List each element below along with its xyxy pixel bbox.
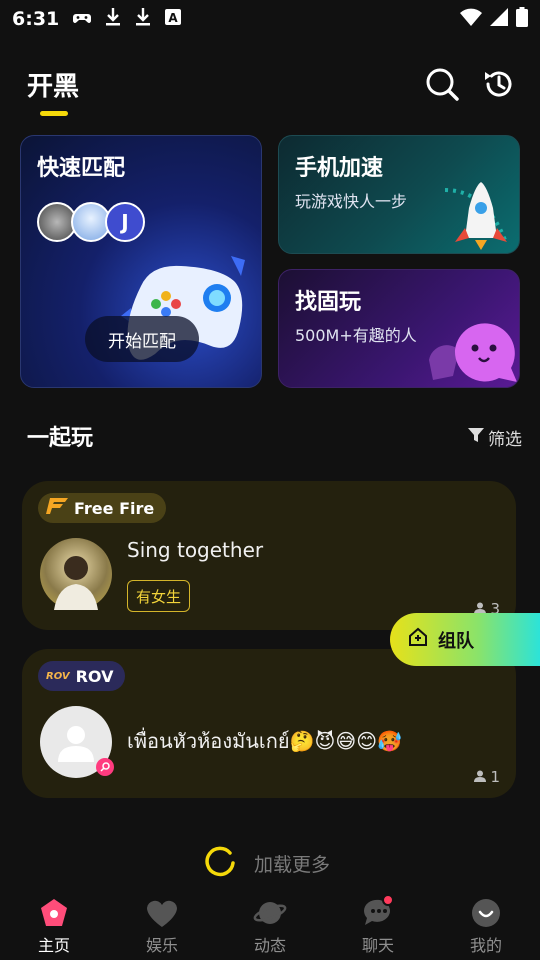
avatar: J — [105, 202, 145, 242]
member-count-value: 1 — [490, 768, 500, 786]
room-card[interactable]: Free Fire Sing together 有女生 3 — [22, 481, 516, 630]
ghost-chat-icon — [425, 310, 519, 387]
search-icon[interactable] — [422, 64, 462, 104]
game-name: Free Fire — [74, 498, 155, 518]
start-match-button[interactable]: 开始匹配 — [85, 316, 199, 362]
tab-indicator — [40, 111, 68, 116]
member-count: 1 — [474, 768, 500, 786]
game-tag: Free Fire — [38, 493, 167, 523]
wifi-icon — [460, 8, 482, 31]
room-name: Sing together — [127, 538, 264, 562]
key-badge-icon — [96, 758, 114, 776]
filter-button[interactable]: 筛选 — [468, 425, 522, 450]
person-icon — [474, 768, 487, 786]
game-tag: ROV ROV — [38, 661, 126, 691]
room-card[interactable]: ROV ROV เพื่อนหัวห้องมันเกย์🤔😈😅😊🥵 1 — [22, 649, 516, 798]
planet-icon — [253, 896, 287, 930]
avatar — [40, 538, 112, 610]
font-a-icon: A — [165, 8, 182, 30]
nav-item-home[interactable]: 主页 — [0, 890, 108, 960]
game-name: ROV — [75, 666, 114, 686]
team-up-label: 组队 — [438, 630, 474, 652]
section-title: 一起玩 — [27, 426, 94, 451]
page-title: 开黑 — [27, 72, 80, 102]
girl-badge: 有女生 — [127, 580, 191, 612]
phone-speedup-card[interactable]: 手机加速 玩游戏快人一步 — [278, 135, 520, 254]
filter-icon — [468, 427, 484, 448]
matched-avatars: J — [37, 202, 145, 242]
header: 开黑 — [0, 56, 540, 120]
add-home-icon — [408, 627, 428, 652]
filter-label: 筛选 — [488, 430, 522, 450]
unread-dot — [382, 894, 394, 906]
nav-label: 主页 — [37, 936, 70, 955]
room-name: เพื่อนหัวห้องมันเกย์🤔😈😅😊🥵 — [127, 729, 402, 753]
load-more: 加载更多 — [204, 845, 330, 882]
find-friends-subtitle: 500M+有趣的人 — [295, 326, 417, 345]
team-up-button[interactable]: 组队 — [390, 613, 540, 666]
nav-label: 聊天 — [361, 936, 394, 955]
profile-icon — [469, 896, 503, 930]
download-icon — [105, 7, 121, 31]
svg-text:A: A — [169, 11, 179, 25]
battery-icon — [516, 6, 528, 32]
nav-item-moments[interactable]: 动态 — [216, 890, 324, 960]
find-friends-card[interactable]: 找固玩 500M+有趣的人 — [278, 269, 520, 388]
nav-label: 我的 — [469, 936, 502, 955]
rov-logo-icon: ROV — [46, 670, 70, 682]
nav-label: 动态 — [253, 936, 286, 955]
rocket-icon — [435, 178, 515, 253]
nav-item-profile[interactable]: 我的 — [432, 890, 540, 960]
find-friends-title: 找固玩 — [295, 290, 362, 315]
nav-label: 娱乐 — [145, 936, 178, 955]
nav-item-entertainment[interactable]: 娱乐 — [108, 890, 216, 960]
history-icon[interactable] — [479, 64, 519, 104]
status-time: 6:31 — [12, 8, 60, 30]
load-more-label: 加载更多 — [254, 854, 331, 876]
status-bar: 6:31 A — [0, 0, 540, 38]
entertainment-icon — [145, 896, 179, 930]
quick-match-title: 快速匹配 — [37, 156, 126, 181]
download-icon — [135, 7, 151, 31]
speedup-subtitle: 玩游戏快人一步 — [295, 192, 408, 211]
avatar — [40, 706, 114, 778]
signal-icon — [490, 7, 508, 31]
home-icon — [37, 896, 71, 930]
spinner-icon — [204, 845, 236, 882]
quick-match-card[interactable]: 快速匹配 J 开始匹配 — [20, 135, 262, 388]
game-controller-icon — [73, 8, 92, 30]
nav-item-chat[interactable]: 聊天 — [324, 890, 432, 960]
bottom-nav: 主页 娱乐 动态 聊天 我的 — [0, 890, 540, 960]
speedup-title: 手机加速 — [295, 156, 384, 181]
free-fire-logo-icon — [46, 498, 68, 518]
